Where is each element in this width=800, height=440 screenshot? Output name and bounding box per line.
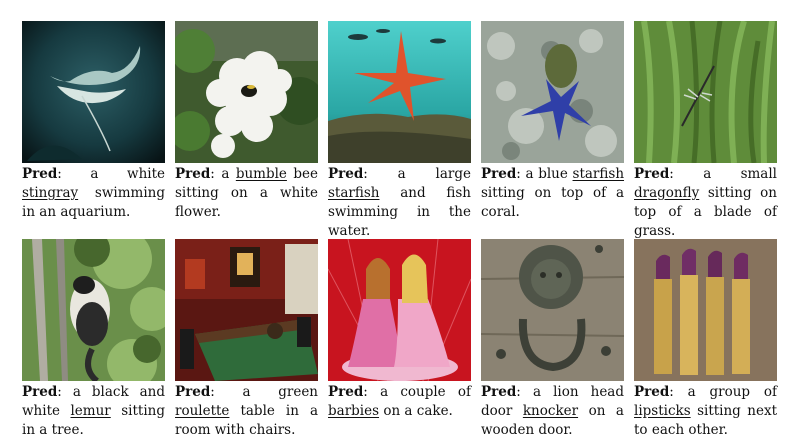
figure-cell-barbies: Pred: a couple of barbies on a cake. bbox=[328, 239, 471, 421]
caption: Pred: a small dragonfly sitting on top o… bbox=[634, 166, 777, 239]
caption: Pred: a green roulette table in a room w… bbox=[175, 384, 318, 438]
blue-starfish-on-coral-photo bbox=[481, 21, 624, 163]
caption-text: a small bbox=[703, 166, 777, 182]
caption-object: barbies bbox=[328, 403, 380, 419]
caption-object: starfish bbox=[328, 185, 380, 201]
caption-text: sitting on top of a coral. bbox=[481, 185, 624, 220]
caption: Pred: a bumble bee sitting on a white fl… bbox=[175, 166, 319, 220]
figure-cell-starfish: Pred: a large starfish and fish swimming… bbox=[328, 21, 471, 241]
lipsticks-row-photo bbox=[634, 239, 777, 381]
pred-label: Pred bbox=[22, 166, 58, 182]
dragonfly-on-grass-photo bbox=[634, 21, 777, 163]
caption-object: stingray bbox=[22, 185, 79, 201]
figure-cell-lipsticks: Pred: a group of lipsticks sitting next … bbox=[634, 239, 777, 440]
pred-label: Pred bbox=[481, 166, 517, 182]
pred-label: Pred bbox=[481, 384, 517, 400]
caption-text: a large bbox=[397, 166, 471, 182]
pred-label: Pred bbox=[328, 384, 364, 400]
figure-cell-blue-starfish: Pred: a blue starfish sitting on top of … bbox=[481, 21, 624, 222]
caption-text: a green bbox=[242, 384, 318, 400]
caption-object: starfish bbox=[572, 166, 625, 182]
roulette-table-room-photo bbox=[175, 239, 318, 381]
caption-text: a white bbox=[90, 166, 165, 182]
figure-cell-dragonfly: Pred: a small dragonfly sitting on top o… bbox=[634, 21, 777, 241]
lion-head-door-knocker-photo bbox=[481, 239, 624, 381]
caption-object: lemur bbox=[70, 403, 111, 419]
caption: Pred: a white stingray swimming in an aq… bbox=[22, 166, 165, 220]
caption-object: bumble bbox=[235, 166, 287, 182]
pred-label: Pred bbox=[175, 384, 211, 400]
caption-text: on a cake. bbox=[379, 403, 453, 419]
caption-text: a group of bbox=[687, 384, 777, 400]
caption-object: knocker bbox=[522, 403, 579, 419]
starfish-and-fish-underwater-photo bbox=[328, 21, 471, 163]
caption-text: a bbox=[221, 166, 236, 182]
pred-label: Pred bbox=[634, 166, 670, 182]
pred-label: Pred bbox=[328, 166, 364, 182]
caption: Pred: a group of lipsticks sitting next … bbox=[634, 384, 777, 438]
figure-cell-roulette: Pred: a green roulette table in a room w… bbox=[175, 239, 318, 440]
caption-text: a blue bbox=[525, 166, 573, 182]
pred-label: Pred bbox=[22, 384, 58, 400]
caption-object: roulette bbox=[175, 403, 230, 419]
caption: Pred: a couple of barbies on a cake. bbox=[328, 384, 471, 419]
figure-cell-stingray: Pred: a white stingray swimming in an aq… bbox=[22, 21, 165, 222]
figure-cell-bumble-bee: Pred: a bumble bee sitting on a white fl… bbox=[175, 21, 318, 222]
barbie-dolls-cake-photo bbox=[328, 239, 471, 381]
pred-label: Pred bbox=[634, 384, 670, 400]
figure-cell-knocker: Pred: a lion head door knocker on a wood… bbox=[481, 239, 624, 440]
pred-label: Pred bbox=[175, 166, 211, 182]
caption: Pred: a lion head door knocker on a wood… bbox=[481, 384, 624, 438]
caption: Pred: a black and white lemur sitting in… bbox=[22, 384, 166, 438]
caption: Pred: a large starfish and fish swimming… bbox=[328, 166, 471, 239]
figure-grid: Pred: a white stingray swimming in an aq… bbox=[0, 0, 800, 438]
caption: Pred: a blue starfish sitting on top of … bbox=[481, 166, 625, 220]
lemur-in-tree-photo bbox=[22, 239, 165, 381]
stingray-aquarium-photo bbox=[22, 21, 165, 163]
bee-on-white-flower-photo bbox=[175, 21, 318, 163]
caption-object: dragonfly bbox=[634, 185, 700, 201]
figure-cell-lemur: Pred: a black and white lemur sitting in… bbox=[22, 239, 165, 440]
caption-text: a couple of bbox=[380, 384, 471, 400]
caption-object: lipsticks bbox=[634, 403, 691, 419]
